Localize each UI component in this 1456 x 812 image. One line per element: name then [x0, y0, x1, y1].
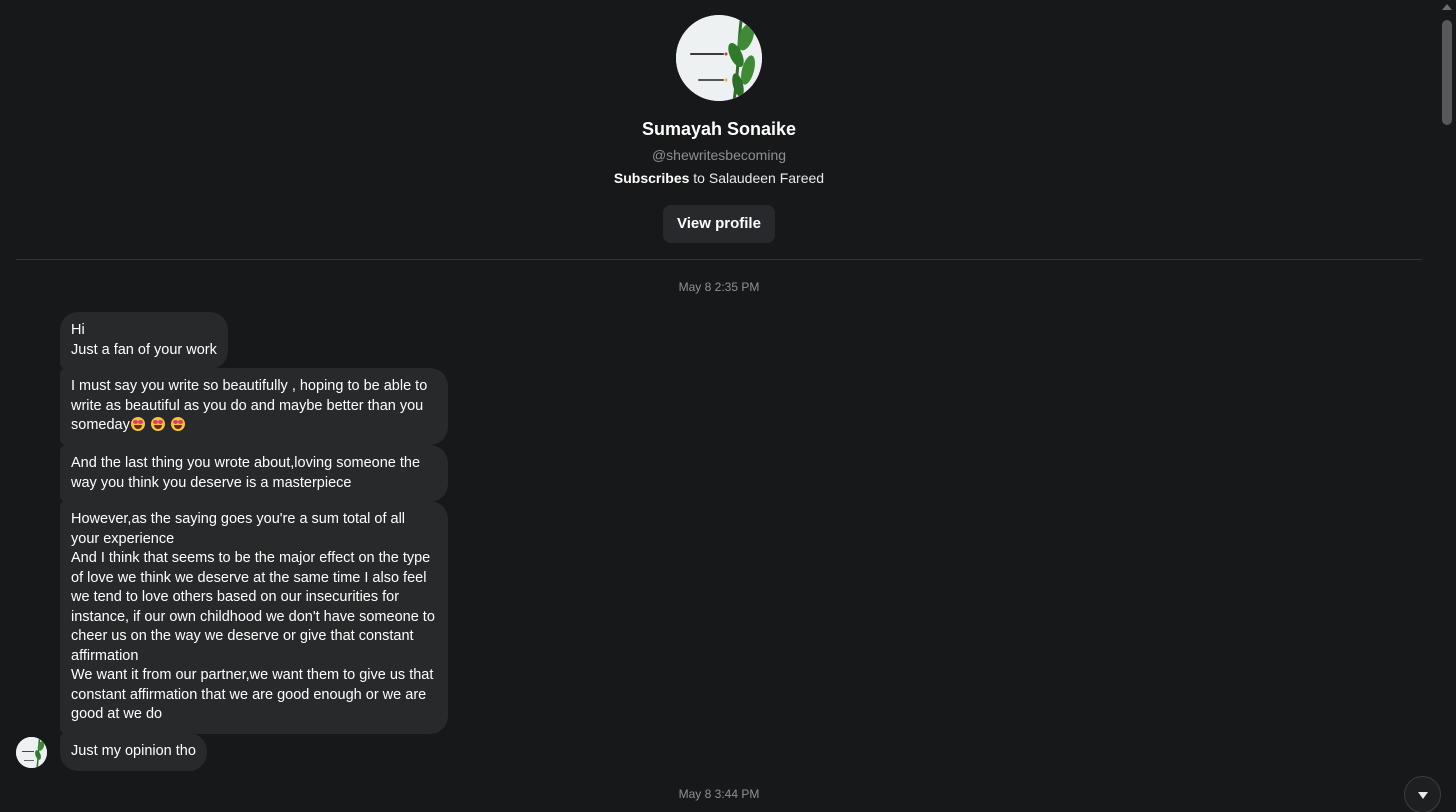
message-text: Just my opinion tho	[71, 743, 196, 759]
view-profile-button[interactable]: View profile	[663, 205, 775, 243]
message-text: However,as the saying goes you're a sum …	[71, 511, 435, 722]
message-bubble[interactable]: Hi Just a fan of your work	[60, 312, 228, 369]
profile-display-name: Sumayah Sonaike	[641, 119, 797, 139]
message-bubble[interactable]: And the last thing you wrote about,lovin…	[60, 445, 448, 502]
message-text: And the last thing you wrote about,lovin…	[71, 455, 425, 491]
subscribe-target: to Salaudeen Fareed	[689, 170, 825, 186]
subscription-info: Subscribes to Salaudeen Fareed	[0, 170, 1438, 186]
message-bubble[interactable]: I must say you write so beautifully , ho…	[60, 368, 448, 445]
heart-eyes-emoji	[130, 417, 145, 431]
profile-avatar[interactable]	[676, 15, 762, 101]
message-timestamp: May 8 3:44 PM	[678, 787, 760, 801]
scroll-to-bottom-button[interactable]	[1404, 776, 1441, 812]
profile-avatar-plant-icon	[676, 15, 762, 101]
heart-eyes-emoji	[170, 417, 185, 431]
scrollbar-thumb[interactable]	[1442, 20, 1452, 125]
header-divider	[16, 259, 1422, 260]
message-bubble[interactable]: Just my opinion tho	[60, 733, 207, 771]
message-text: Hi Just a fan of your work	[71, 322, 217, 358]
emoji-group	[130, 417, 185, 433]
heart-eyes-emoji	[150, 417, 165, 431]
scroll-up-arrow-icon[interactable]	[1442, 4, 1452, 10]
sender-avatar-plant-icon	[16, 737, 47, 768]
sender-avatar[interactable]	[16, 737, 47, 768]
subscribe-verb: Subscribes	[613, 170, 690, 186]
chat-window: Sumayah Sonaike @shewritesbecoming Subsc…	[0, 0, 1456, 812]
message-bubble[interactable]: However,as the saying goes you're a sum …	[60, 501, 448, 734]
chevron-down-icon	[1418, 792, 1428, 799]
message-timestamp: May 8 2:35 PM	[678, 280, 760, 294]
profile-handle: @shewritesbecoming	[651, 147, 787, 163]
message-text: I must say you write so beautifully , ho…	[71, 378, 432, 433]
